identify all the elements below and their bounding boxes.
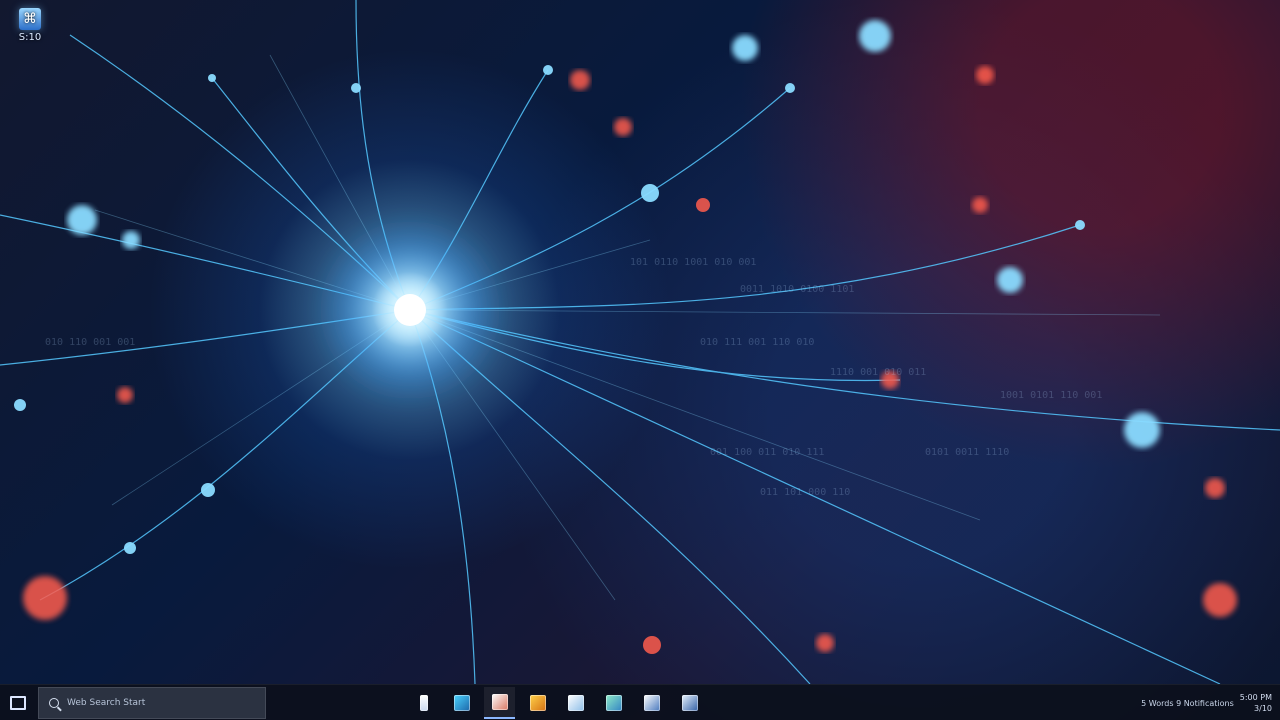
taskbar-app-file[interactable] — [408, 687, 439, 719]
desktop: 101 0110 1001 010 001 0011 1010 0100 110… — [0, 0, 1280, 720]
svg-text:0011 1010 0100 1101: 0011 1010 0100 1101 — [740, 284, 854, 295]
photo-app-icon — [453, 695, 470, 711]
taskbar-app-image-editor[interactable] — [484, 687, 515, 719]
svg-text:001 100 011 010 111: 001 100 011 010 111 — [710, 447, 824, 458]
system-tray: 5 Words 9 Notifications 5:00 PM 3/10 — [1141, 690, 1272, 716]
photos-icon — [643, 695, 660, 711]
neural-network-wallpaper: 101 0110 1001 010 001 0011 1010 0100 110… — [0, 0, 1280, 684]
image-viewer-icon — [567, 695, 584, 711]
svg-text:0101 0011 1110: 0101 0011 1110 — [925, 447, 1009, 458]
svg-text:011 101 000 110: 011 101 000 110 — [760, 487, 850, 498]
taskbar-app-maps[interactable] — [598, 687, 629, 719]
search-box-text: Web Search Start — [67, 698, 146, 708]
clock-date: 3/10 — [1254, 704, 1272, 713]
svg-text:010 111 001 110 010: 010 111 001 110 010 — [700, 337, 814, 348]
start-button[interactable] — [0, 685, 36, 720]
svg-text:1001 0101 110 001: 1001 0101 110 001 — [1000, 390, 1102, 401]
taskbar-app-window[interactable] — [674, 687, 705, 719]
taskbar-clock[interactable]: 5:00 PM 3/10 — [1240, 692, 1272, 714]
app-shortcut-icon: ⌘ — [19, 8, 41, 30]
desktop-shortcut-label: S:10 — [18, 32, 42, 43]
image-editor-icon — [491, 694, 508, 710]
taskbar-app-photo[interactable] — [446, 687, 477, 719]
taskbar-app-image-viewer[interactable] — [560, 687, 591, 719]
maps-icon — [605, 695, 622, 711]
window-icon — [681, 695, 698, 711]
desktop-shortcut[interactable]: ⌘ S:10 — [4, 6, 56, 60]
taskbar: Web Search Start 5 Words 9 Notifications… — [0, 684, 1280, 720]
taskbar-apps — [408, 687, 705, 719]
file-icon — [419, 695, 428, 711]
taskbar-search-box[interactable]: Web Search Start — [38, 687, 266, 719]
clock-time: 5:00 PM — [1239, 693, 1272, 702]
svg-text:1110 001 010 011: 1110 001 010 011 — [830, 367, 926, 378]
start-icon — [10, 696, 26, 710]
taskbar-app-game[interactable] — [522, 687, 553, 719]
svg-text:010 110 001 001: 010 110 001 001 — [45, 337, 135, 348]
game-icon — [529, 695, 546, 711]
svg-text:101 0110 1001 010 001: 101 0110 1001 010 001 — [630, 257, 756, 268]
taskbar-app-photos[interactable] — [636, 687, 667, 719]
tray-status-text[interactable]: 5 Words 9 Notifications — [1141, 699, 1234, 708]
search-icon — [49, 698, 59, 708]
